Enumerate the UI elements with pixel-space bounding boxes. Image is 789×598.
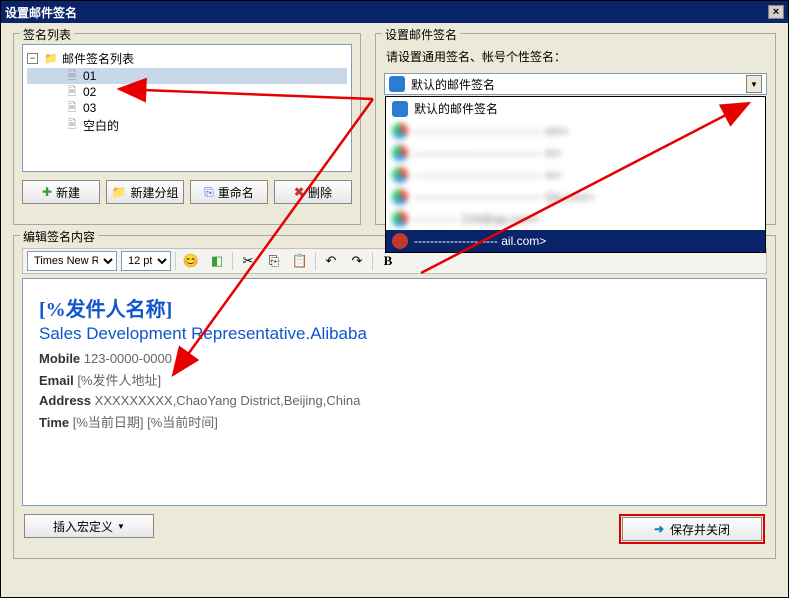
signature-list-group: 签名列表 − 📁 邮件签名列表 🗎01🗎02🗎03🗎空白的 ✚新建 📁新建分组 … bbox=[13, 33, 361, 225]
document-icon: 🗎 bbox=[65, 85, 79, 99]
document-icon: 🗎 bbox=[65, 69, 79, 83]
sig-title: Sales Development Representative.Alibaba bbox=[39, 324, 750, 344]
document-icon: 🗎 bbox=[65, 101, 79, 115]
stationery-icon[interactable]: ◧ bbox=[206, 250, 228, 272]
redo-icon[interactable]: ↷ bbox=[346, 250, 368, 272]
help-text: 请设置通用签名、帐号个性签名： bbox=[386, 48, 767, 65]
cut-icon[interactable]: ✂ bbox=[237, 250, 259, 272]
window-title: 设置邮件签名 bbox=[5, 4, 77, 21]
separator bbox=[232, 252, 233, 270]
sig-email-line: Email [%发件人地址] bbox=[39, 370, 750, 389]
collapse-icon[interactable]: − bbox=[27, 53, 38, 64]
avatar-icon bbox=[392, 101, 408, 117]
tree-item[interactable]: 🗎03 bbox=[27, 100, 347, 116]
dropdown-item[interactable]: --------------------- ail.com> bbox=[386, 230, 765, 252]
save-arrow-icon: ➜ bbox=[654, 522, 664, 536]
folder-icon: 📁 bbox=[44, 52, 58, 66]
signature-dropdown-list[interactable]: 默认的邮件签名-------------------------------- … bbox=[385, 96, 766, 253]
save-highlight: ➜ 保存并关闭 bbox=[619, 514, 765, 544]
document-icon: 🗎 bbox=[65, 119, 79, 133]
sig-address-line: Address XXXXXXXXX,ChaoYang District,Beij… bbox=[39, 393, 750, 408]
separator bbox=[315, 252, 316, 270]
rename-icon: ⎘ bbox=[204, 185, 214, 200]
paste-icon[interactable]: 📋 bbox=[289, 250, 311, 272]
copy-icon[interactable]: ⎘ bbox=[263, 250, 285, 272]
emoji-icon[interactable]: 😊 bbox=[180, 250, 202, 272]
folder-plus-icon: 📁 bbox=[112, 185, 127, 199]
avatar-icon bbox=[389, 76, 405, 92]
chevron-down-icon: ▼ bbox=[117, 522, 125, 531]
dropdown-item[interactable]: 默认的邮件签名 bbox=[386, 97, 765, 120]
edit-signature-group: 编辑签名内容 Times New Ro 12 pt 😊 ◧ ✂ ⎘ 📋 ↶ ↷ … bbox=[13, 235, 776, 559]
plus-icon: ✚ bbox=[42, 185, 52, 199]
signature-select[interactable]: 默认的邮件签名 ▼ 默认的邮件签名-----------------------… bbox=[384, 73, 767, 95]
button-row: ✚新建 📁新建分组 ⎘重命名 ✖删除 bbox=[22, 180, 352, 204]
delete-button[interactable]: ✖删除 bbox=[274, 180, 352, 204]
undo-icon[interactable]: ↶ bbox=[320, 250, 342, 272]
chevron-down-icon[interactable]: ▼ bbox=[746, 75, 762, 93]
rename-button[interactable]: ⎘重命名 bbox=[190, 180, 268, 204]
font-family-select[interactable]: Times New Ro bbox=[27, 251, 117, 271]
font-size-select[interactable]: 12 pt bbox=[121, 251, 171, 271]
tree-root[interactable]: − 📁 邮件签名列表 bbox=[27, 49, 347, 68]
delete-icon: ✖ bbox=[294, 185, 304, 199]
save-close-button[interactable]: ➜ 保存并关闭 bbox=[622, 517, 762, 541]
avatar-icon bbox=[392, 145, 408, 161]
sig-time-line: Time [%当前日期] [%当前时间] bbox=[39, 412, 750, 431]
insert-macro-button[interactable]: 插入宏定义 ▼ bbox=[24, 514, 154, 538]
dropdown-item[interactable]: -------------------------------- om> bbox=[386, 120, 765, 142]
sig-name-template: [%发件人名称] bbox=[39, 293, 750, 322]
dropdown-item[interactable]: -------------------------------- m> bbox=[386, 142, 765, 164]
bold-icon[interactable]: B bbox=[377, 250, 399, 272]
avatar-icon bbox=[392, 123, 408, 139]
edit-signature-label: 编辑签名内容 bbox=[20, 228, 98, 245]
set-signature-label: 设置邮件签名 bbox=[382, 26, 460, 43]
titlebar: 设置邮件签名 × bbox=[1, 1, 788, 23]
signature-list-label: 签名列表 bbox=[20, 26, 74, 43]
set-signature-group: 设置邮件签名 请设置通用签名、帐号个性签名： 默认的邮件签名 ▼ 默认的邮件签名… bbox=[375, 33, 776, 225]
separator bbox=[175, 252, 176, 270]
avatar-icon bbox=[392, 167, 408, 183]
top-row: 签名列表 − 📁 邮件签名列表 🗎01🗎02🗎03🗎空白的 ✚新建 📁新建分组 … bbox=[13, 33, 776, 225]
avatar-icon bbox=[392, 189, 408, 205]
dropdown-item[interactable]: -------------------------------- m> bbox=[386, 164, 765, 186]
avatar-icon bbox=[392, 233, 408, 249]
sig-mobile-line: Mobile 123-0000-0000 bbox=[39, 351, 750, 366]
dropdown-item[interactable]: ----------- 218@qq.com> bbox=[386, 208, 765, 230]
avatar-icon bbox=[392, 211, 408, 227]
content-area: 签名列表 − 📁 邮件签名列表 🗎01🗎02🗎03🗎空白的 ✚新建 📁新建分组 … bbox=[1, 23, 788, 597]
new-group-button[interactable]: 📁新建分组 bbox=[106, 180, 184, 204]
new-button[interactable]: ✚新建 bbox=[22, 180, 100, 204]
tree-root-label: 邮件签名列表 bbox=[62, 50, 134, 67]
dropdown-item[interactable]: -------------------------------- Qq.com> bbox=[386, 186, 765, 208]
separator bbox=[372, 252, 373, 270]
dialog-window: 设置邮件签名 × 签名列表 − 📁 邮件签名列表 🗎01🗎02🗎03🗎空白的 ✚… bbox=[0, 0, 789, 598]
signature-select-value: 默认的邮件签名 bbox=[411, 76, 495, 93]
tree-item[interactable]: 🗎空白的 bbox=[27, 116, 347, 135]
close-icon[interactable]: × bbox=[768, 5, 784, 19]
signature-tree[interactable]: − 📁 邮件签名列表 🗎01🗎02🗎03🗎空白的 bbox=[22, 44, 352, 172]
editor-bottom-row: 插入宏定义 ▼ ➜ 保存并关闭 bbox=[22, 514, 767, 544]
signature-editor[interactable]: [%发件人名称] Sales Development Representativ… bbox=[22, 278, 767, 506]
